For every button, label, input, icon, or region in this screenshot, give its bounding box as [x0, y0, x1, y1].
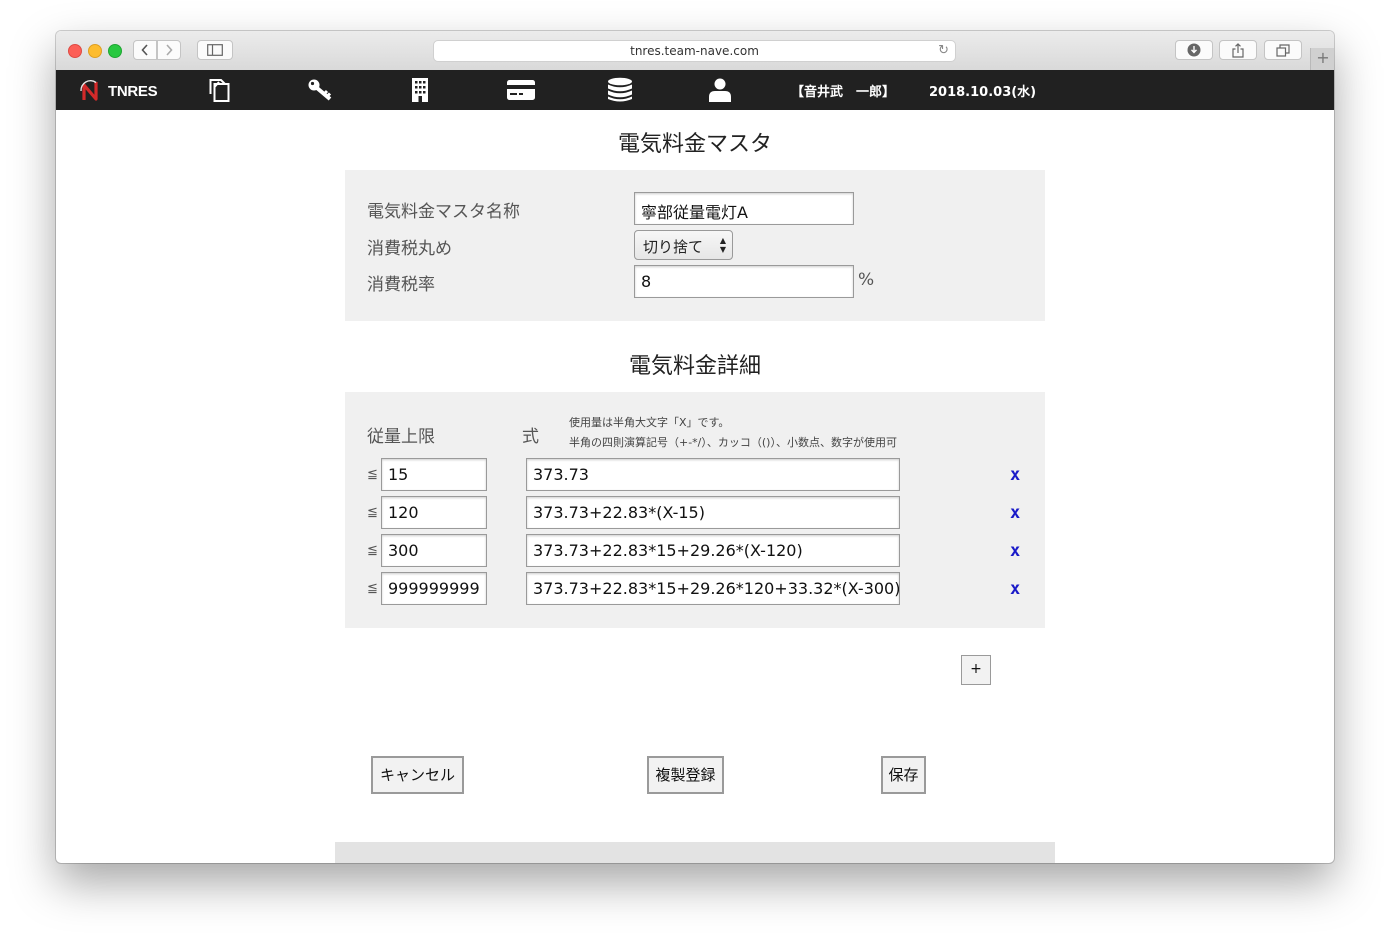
delete-row-button-1[interactable]: x: [1010, 465, 1020, 485]
forward-button[interactable]: [157, 40, 181, 60]
documents-icon: [209, 79, 230, 102]
nav-database[interactable]: [606, 77, 634, 103]
rounding-select[interactable]: 切り捨て ▲ ▼: [634, 230, 733, 260]
formula-input-3[interactable]: 373.73+22.83*15+29.26*(X-120): [526, 534, 900, 567]
delete-row-button-4[interactable]: x: [1010, 579, 1020, 599]
browser-titlebar: tnres.team-nave.com ↻ +: [56, 31, 1334, 71]
cancel-button[interactable]: キャンセル: [371, 756, 464, 794]
back-button[interactable]: [133, 40, 157, 60]
limit-input-1[interactable]: 15: [381, 458, 487, 491]
save-button[interactable]: 保存: [881, 756, 926, 794]
brand-name: TNRES: [108, 82, 158, 100]
formula-input-4[interactable]: 373.73+22.83*15+29.26*120+33.32*(X-300): [526, 572, 900, 605]
nav-user[interactable]: [706, 77, 734, 103]
user-icon: [709, 78, 731, 102]
brand-logo[interactable]: TNRES: [78, 79, 158, 103]
nav-documents[interactable]: [206, 77, 234, 103]
browser-window: tnres.team-nave.com ↻ + TNRES 【音井武 一郎】 2…: [56, 31, 1334, 863]
database-icon: [608, 77, 632, 102]
formula-input-1[interactable]: 373.73: [526, 458, 900, 491]
tax-rate-input[interactable]: 8: [634, 265, 854, 298]
current-user: 【音井武 一郎】: [791, 85, 896, 100]
close-window-button[interactable]: [68, 44, 82, 58]
tabs-icon: [1276, 43, 1290, 57]
url-text: tnres.team-nave.com: [630, 44, 759, 58]
select-arrows-icon: ▲ ▼: [719, 236, 726, 254]
limit-column-header: 従量上限: [367, 427, 435, 447]
tabs-overview-button[interactable]: [1264, 40, 1302, 60]
current-date: 2018.10.03(水): [929, 85, 1037, 100]
sidebar-toggle-button[interactable]: [197, 40, 233, 60]
le-symbol: ≦: [367, 505, 378, 520]
master-name-label: 電気料金マスタ名称: [367, 202, 520, 222]
share-button[interactable]: [1219, 40, 1257, 60]
address-bar[interactable]: tnres.team-nave.com ↻: [433, 40, 956, 62]
reload-icon[interactable]: ↻: [938, 41, 949, 61]
nav-keys[interactable]: [306, 77, 334, 103]
nav-billing[interactable]: [506, 77, 535, 103]
new-tab-button[interactable]: +: [1310, 48, 1334, 70]
master-title: 電気料金マスタ: [617, 132, 772, 157]
share-icon: [1232, 42, 1244, 58]
app-navbar: TNRES 【音井武 一郎】 2018.10.03(水): [56, 70, 1334, 110]
brand-logo-icon: [80, 80, 98, 101]
nav-buildings[interactable]: [406, 77, 434, 103]
le-symbol: ≦: [367, 543, 378, 558]
detail-title: 電気料金詳細: [628, 354, 761, 379]
delete-row-button-2[interactable]: x: [1010, 503, 1020, 523]
formula-note-line1: 使用量は半角大文字「X」です。: [569, 416, 730, 429]
le-symbol: ≦: [367, 581, 378, 596]
tax-rate-unit: %: [858, 270, 875, 290]
footer-bar: [335, 842, 1055, 863]
formula-input-2[interactable]: 373.73+22.83*(X-15): [526, 496, 900, 529]
master-panel: 電気料金マスタ名称 寧部従量電灯A 消費税丸め 切り捨て ▲ ▼ 消費税率 8 %: [345, 170, 1045, 321]
chevron-left-icon: [141, 44, 148, 56]
detail-panel: 従量上限 式 使用量は半角大文字「X」です。 半角の四則演算記号（+-*/）、カ…: [345, 392, 1045, 628]
chevron-right-icon: [166, 44, 173, 56]
download-icon: [1187, 43, 1201, 57]
rounding-label: 消費税丸め: [367, 239, 452, 259]
delete-row-button-3[interactable]: x: [1010, 541, 1020, 561]
formula-column-header: 式: [522, 427, 539, 447]
limit-input-4[interactable]: 999999999: [381, 572, 487, 605]
add-row-button[interactable]: +: [961, 655, 991, 685]
sidebar-icon: [207, 44, 223, 56]
formula-note-line2: 半角の四則演算記号（+-*/）、カッコ（()）、小数点、数字が使用可: [569, 436, 897, 449]
le-symbol: ≦: [367, 467, 378, 482]
downloads-button[interactable]: [1175, 40, 1213, 60]
limit-input-2[interactable]: 120: [381, 496, 487, 529]
card-icon: [507, 80, 535, 100]
rounding-selected: 切り捨て: [643, 238, 704, 256]
master-name-input[interactable]: 寧部従量電灯A: [634, 192, 854, 225]
limit-input-3[interactable]: 300: [381, 534, 487, 567]
building-icon: [412, 78, 428, 102]
duplicate-register-button[interactable]: 複製登録: [647, 756, 724, 794]
formula-note: 使用量は半角大文字「X」です。 半角の四則演算記号（+-*/）、カッコ（()）、…: [569, 413, 897, 453]
zoom-window-button[interactable]: [108, 44, 122, 58]
minimize-window-button[interactable]: [88, 44, 102, 58]
tax-rate-label: 消費税率: [367, 275, 435, 295]
key-icon: [308, 79, 332, 101]
